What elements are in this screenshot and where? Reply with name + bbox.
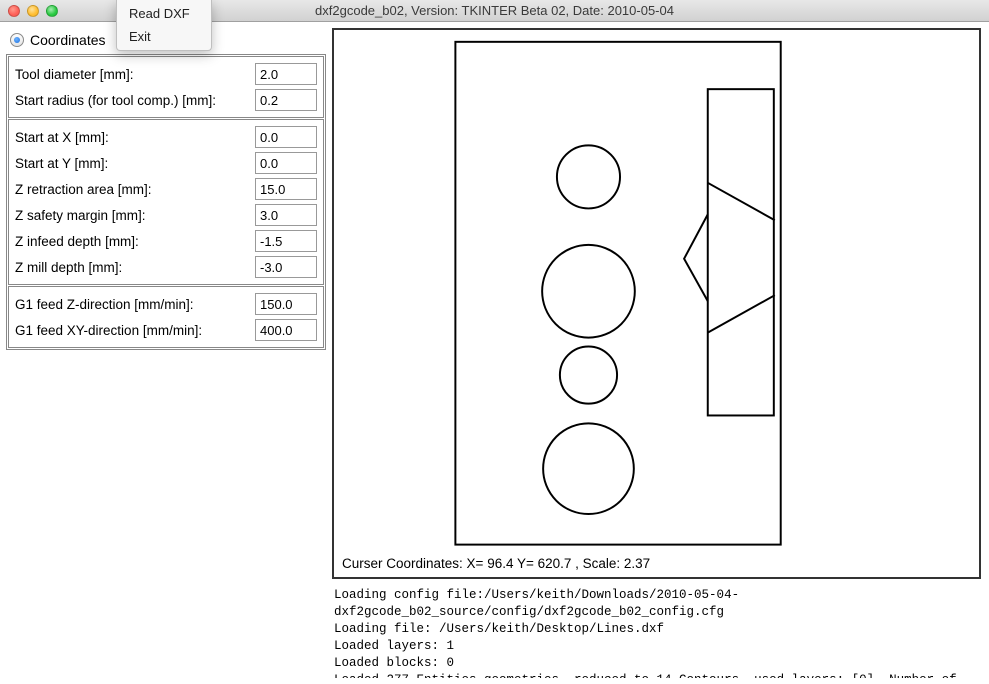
param-label: Z infeed depth [mm]:	[15, 234, 139, 249]
z-retraction-input[interactable]	[255, 178, 317, 200]
z-mill-depth-input[interactable]	[255, 256, 317, 278]
z-infeed-input[interactable]	[255, 230, 317, 252]
param-group-feed: G1 feed Z-direction [mm/min]: G1 feed XY…	[8, 286, 324, 348]
param-label: Start radius (for tool comp.) [mm]:	[15, 93, 216, 108]
start-y-input[interactable]	[255, 152, 317, 174]
menu-item-read-dxf[interactable]: Read DXF	[117, 2, 211, 25]
zoom-window-button[interactable]	[46, 5, 58, 17]
param-label: Start at X [mm]:	[15, 130, 109, 145]
dxf-drawing	[334, 30, 979, 577]
drawing-canvas[interactable]: Curser Coordinates: X= 96.4 Y= 620.7 , S…	[332, 28, 981, 579]
param-row: Start radius (for tool comp.) [mm]:	[13, 87, 319, 113]
param-label: Start at Y [mm]:	[15, 156, 108, 171]
start-x-input[interactable]	[255, 126, 317, 148]
start-radius-input[interactable]	[255, 89, 317, 111]
param-group-tool: Tool diameter [mm]: Start radius (for to…	[8, 56, 324, 118]
close-window-button[interactable]	[8, 5, 20, 17]
param-group-start: Start at X [mm]: Start at Y [mm]: Z retr…	[8, 119, 324, 285]
tool-diameter-input[interactable]	[255, 63, 317, 85]
coordinates-tab-label: Coordinates	[30, 32, 106, 48]
file-dropdown-menu: Read DXF Exit	[116, 0, 212, 51]
coordinates-tab-radio[interactable]	[10, 33, 24, 47]
param-outer-frame: Tool diameter [mm]: Start radius (for to…	[6, 54, 326, 350]
param-label: Z safety margin [mm]:	[15, 208, 146, 223]
feed-xy-input[interactable]	[255, 319, 317, 341]
parameters-panel: Coordinates Tool diameter [mm]: Start ra…	[0, 22, 332, 684]
param-label: Z mill depth [mm]:	[15, 260, 122, 275]
z-safety-input[interactable]	[255, 204, 317, 226]
minimize-window-button[interactable]	[27, 5, 39, 17]
window-controls	[0, 5, 58, 17]
param-label: G1 feed Z-direction [mm/min]:	[15, 297, 194, 312]
param-label: Z retraction area [mm]:	[15, 182, 152, 197]
cursor-coordinates-readout: Curser Coordinates: X= 96.4 Y= 620.7 , S…	[342, 556, 650, 571]
canvas-and-log-panel: Curser Coordinates: X= 96.4 Y= 620.7 , S…	[332, 22, 989, 684]
param-row: Tool diameter [mm]:	[13, 61, 319, 87]
menu-item-exit[interactable]: Exit	[117, 25, 211, 48]
feed-z-input[interactable]	[255, 293, 317, 315]
param-label: Tool diameter [mm]:	[15, 67, 134, 82]
log-output[interactable]: Loading config file:/Users/keith/Downloa…	[332, 587, 981, 678]
param-label: G1 feed XY-direction [mm/min]:	[15, 323, 202, 338]
